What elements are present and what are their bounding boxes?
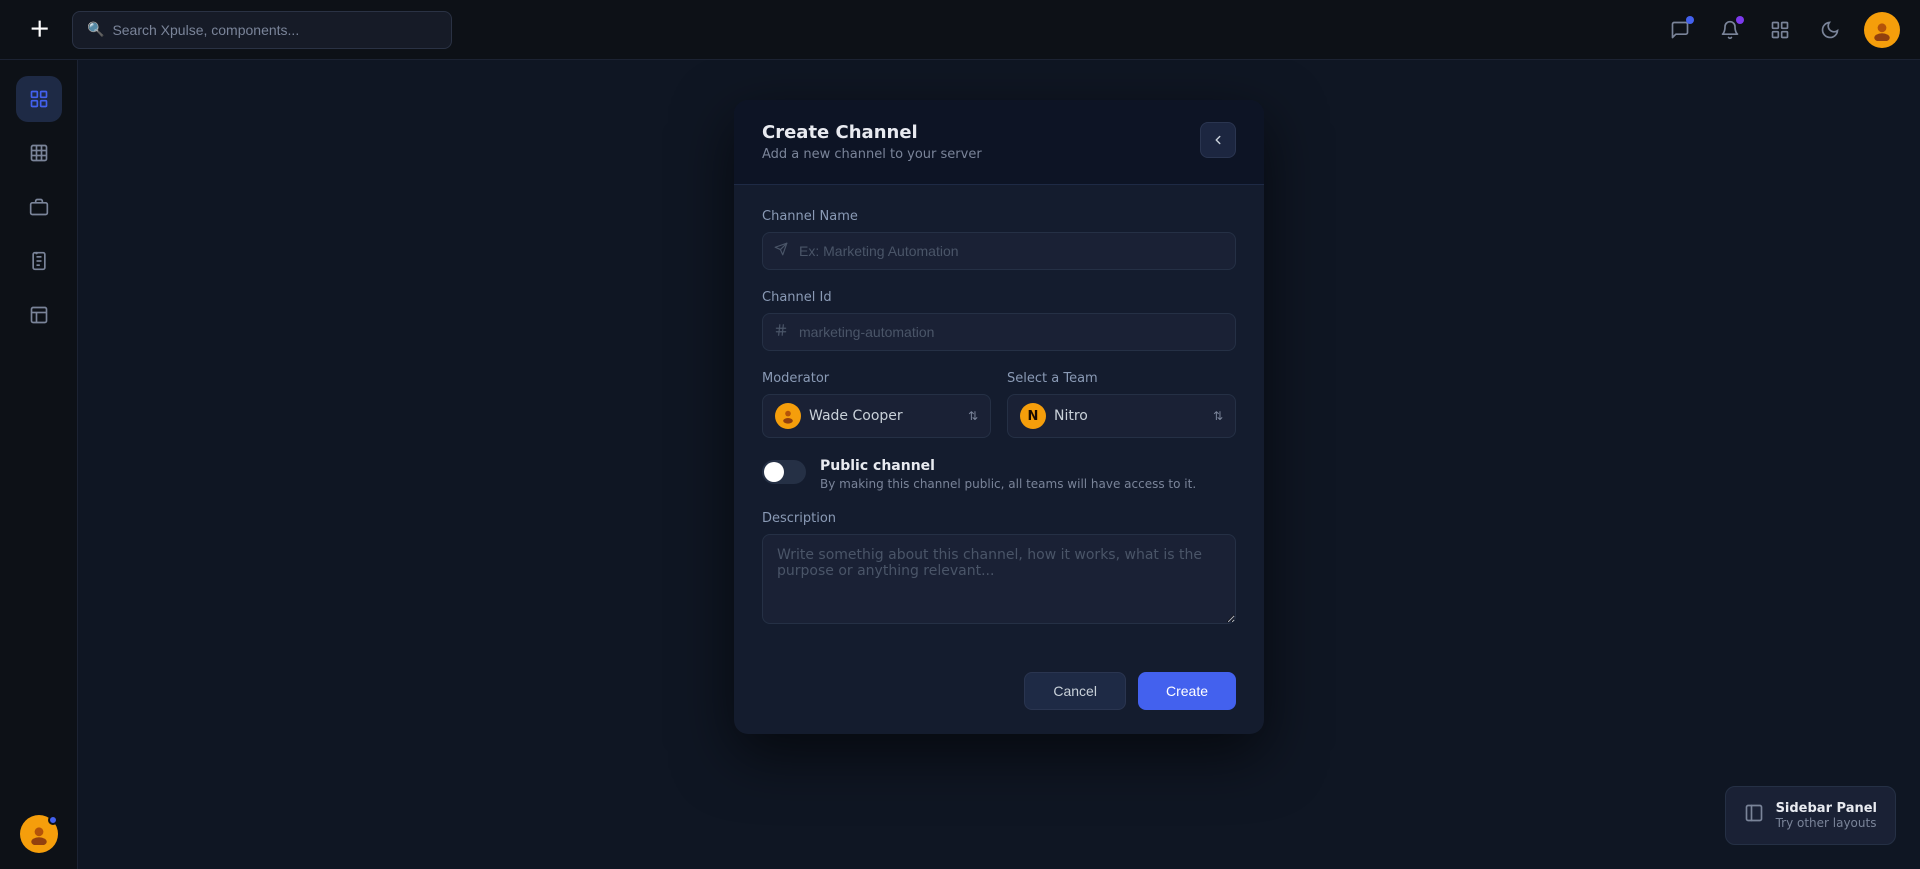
sidebar [0,60,78,869]
team-avatar: N [1020,403,1046,429]
team-value: Nitro [1054,408,1205,424]
public-channel-toggle[interactable] [762,460,806,484]
description-group: Description [762,511,1236,628]
chat-icon-button[interactable] [1664,14,1696,46]
moderator-select[interactable]: Wade Cooper ⇅ [762,394,991,438]
channel-name-input[interactable] [762,232,1236,270]
team-label: Select a Team [1007,371,1236,386]
topbar-right [1664,12,1900,48]
chat-badge [1686,16,1694,24]
sidebar-item-briefcase[interactable] [16,184,62,230]
hint-text: Sidebar Panel Try other layouts [1776,801,1877,830]
channel-name-group: Channel Name [762,209,1236,270]
modal-body: Channel Name Channel Id [734,185,1264,656]
cancel-button[interactable]: Cancel [1024,672,1126,710]
logo-button[interactable]: ✕ [20,12,56,48]
modal-title: Create Channel [762,122,982,143]
channel-id-label: Channel Id [762,290,1236,305]
content-area: Create Channel Add a new channel to your… [78,60,1920,869]
sidebar-panel-icon [1744,803,1764,828]
public-channel-desc: By making this channel public, all teams… [820,477,1196,491]
moderator-chevron-icon: ⇅ [968,409,978,423]
create-channel-modal: Create Channel Add a new channel to your… [734,100,1264,734]
search-icon: 🔍 [87,22,104,38]
bell-badge [1736,16,1744,24]
user-avatar[interactable] [1864,12,1900,48]
sidebar-item-note[interactable] [16,292,62,338]
sidebar-bottom [20,815,58,853]
sidebar-panel-hint[interactable]: Sidebar Panel Try other layouts [1725,786,1896,845]
main-layout: Create Channel Add a new channel to your… [0,60,1920,869]
public-channel-toggle-row: Public channel By making this channel pu… [762,458,1236,491]
search-input[interactable] [112,22,437,38]
grid-icon-button[interactable] [1764,14,1796,46]
sidebar-item-clipboard[interactable] [16,238,62,284]
sidebar-avatar-badge [48,815,58,825]
channel-name-input-wrapper [762,232,1236,270]
theme-toggle-button[interactable] [1814,14,1846,46]
moderator-col: Moderator Wade Cooper ⇅ [762,371,991,438]
moderator-team-row: Moderator Wade Cooper ⇅ Select a Team [762,371,1236,438]
topbar: ✕ 🔍 [0,0,1920,60]
logo-icon: ✕ [24,15,53,44]
search-bar: 🔍 [72,11,452,49]
channel-id-input-wrapper [762,313,1236,351]
hint-title: Sidebar Panel [1776,801,1877,816]
team-col: Select a Team N Nitro ⇅ [1007,371,1236,438]
moderator-avatar [775,403,801,429]
public-channel-title: Public channel [820,458,1196,474]
channel-id-group: Channel Id [762,290,1236,351]
modal-back-button[interactable] [1200,122,1236,158]
team-select[interactable]: N Nitro ⇅ [1007,394,1236,438]
public-channel-label-group: Public channel By making this channel pu… [820,458,1196,491]
toggle-knob [764,462,784,482]
moderator-value: Wade Cooper [809,408,960,424]
bell-icon-button[interactable] [1714,14,1746,46]
hint-subtitle: Try other layouts [1776,816,1877,830]
create-button[interactable]: Create [1138,672,1236,710]
sidebar-user-avatar[interactable] [20,815,58,853]
sidebar-item-dashboard[interactable] [16,76,62,122]
channel-name-label: Channel Name [762,209,1236,224]
sidebar-item-grid[interactable] [16,130,62,176]
hash-icon [774,323,788,341]
modal-header-text: Create Channel Add a new channel to your… [762,122,982,162]
modal-header: Create Channel Add a new channel to your… [734,100,1264,185]
team-chevron-icon: ⇅ [1213,409,1223,423]
moderator-label: Moderator [762,371,991,386]
modal-subtitle: Add a new channel to your server [762,147,982,162]
send-icon [774,242,788,260]
description-textarea[interactable] [762,534,1236,624]
modal-footer: Cancel Create [734,656,1264,734]
channel-id-input[interactable] [762,313,1236,351]
description-label: Description [762,511,1236,526]
